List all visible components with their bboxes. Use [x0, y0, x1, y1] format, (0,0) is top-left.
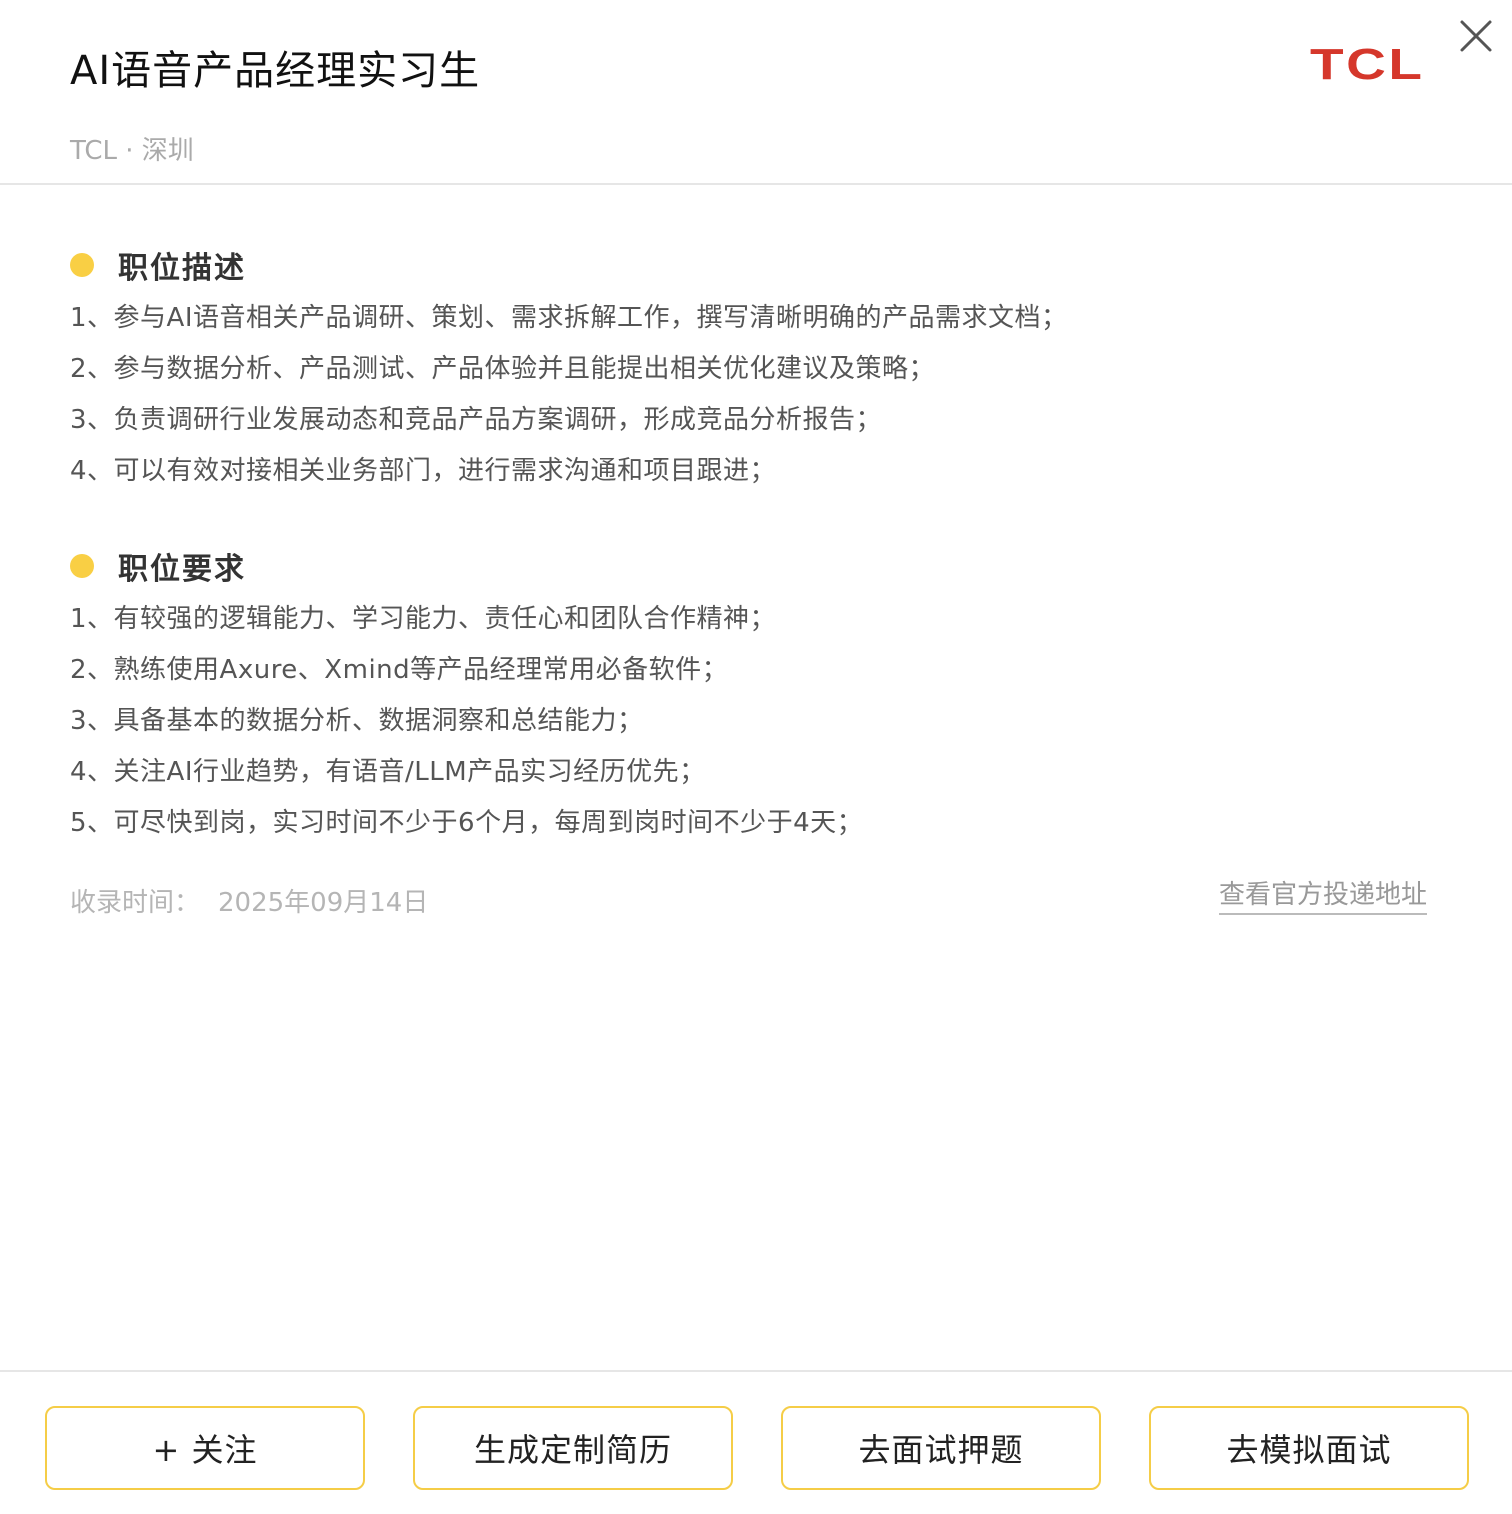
follow-button[interactable]: + 关注 — [45, 1406, 365, 1490]
interview-questions-button[interactable]: 去面试押题 — [781, 1406, 1101, 1490]
description-item: 4、可以有效对接相关业务部门，进行需求沟通和项目跟进； — [70, 456, 777, 486]
close-icon — [1460, 20, 1492, 52]
section-bullet-dot — [70, 554, 94, 578]
requirement-item: 5、可尽快到岗，实习时间不少于6个月，每周到岗时间不少于4天； — [70, 808, 864, 838]
description-item: 1、参与AI语音相关产品调研、策划、需求拆解工作，撰写清晰明确的产品需求文档； — [70, 303, 1068, 333]
description-item: 3、负责调研行业发展动态和竞品产品方案调研，形成竞品分析报告； — [70, 405, 883, 435]
requirement-item: 4、关注AI行业趋势，有语音/LLM产品实习经历优先； — [70, 757, 706, 787]
generate-resume-button[interactable]: 生成定制简历 — [413, 1406, 733, 1490]
requirement-item: 1、有较强的逻辑能力、学习能力、责任心和团队合作精神； — [70, 604, 777, 634]
section-title-description: 职位描述 — [118, 251, 246, 286]
job-description-section: 职位描述 1、参与AI语音相关产品调研、策划、需求拆解工作，撰写清晰明确的产品需… — [70, 245, 1450, 505]
section-bullet-dot — [70, 253, 94, 277]
job-title: AI语音产品经理实习生 — [70, 48, 481, 94]
job-requirements-section: 职位要求 1、有较强的逻辑能力、学习能力、责任心和团队合作精神； 2、熟练使用A… — [70, 546, 1450, 857]
close-button[interactable] — [1454, 14, 1498, 58]
section-title-requirements: 职位要求 — [118, 552, 246, 587]
company-location: TCL · 深圳 — [70, 136, 194, 166]
company-logo: TCL — [1310, 40, 1425, 89]
requirement-item: 2、熟练使用Axure、Xmind等产品经理常用必备软件； — [70, 655, 729, 685]
job-header: AI语音产品经理实习生 TCL TCL · 深圳 — [0, 0, 1512, 185]
official-apply-link[interactable]: 查看官方投递地址 — [1219, 874, 1428, 915]
collected-time-value: 2025年09月14日 — [218, 888, 429, 918]
description-item: 2、参与数据分析、产品测试、产品体验并且能提出相关优化建议及策略； — [70, 354, 936, 384]
mock-interview-button[interactable]: 去模拟面试 — [1149, 1406, 1469, 1490]
requirement-item: 3、具备基本的数据分析、数据洞察和总结能力； — [70, 706, 644, 736]
collected-time-label: 收录时间： — [70, 888, 201, 918]
action-footer: + 关注 生成定制简历 去面试押题 去模拟面试 — [0, 1370, 1512, 1514]
